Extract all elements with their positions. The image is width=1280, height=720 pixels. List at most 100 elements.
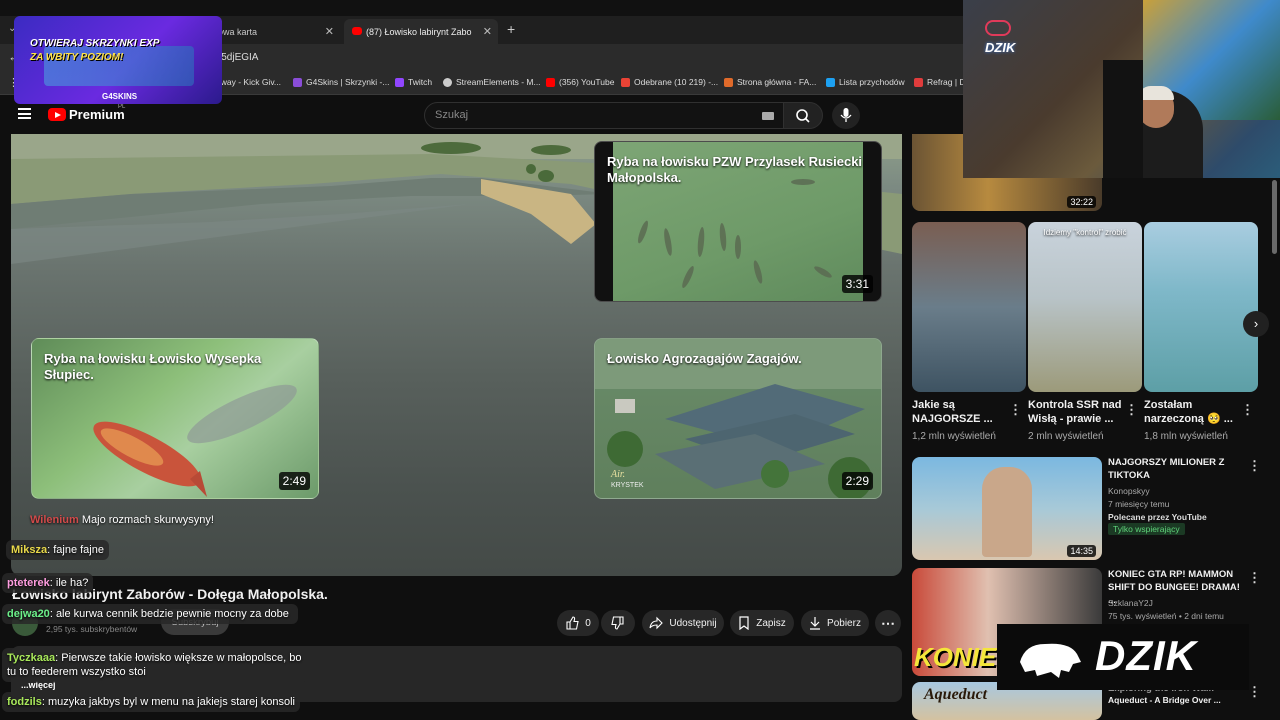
endcard-title: Ryba na łowisku Łowisko Wysepka Słupiec. — [44, 351, 262, 382]
chat-message: Miksza: fajne fajne — [6, 540, 109, 560]
bookmark-label: Strona główna - FA... — [737, 77, 817, 87]
tab-label: (87) Łowisko labirynt Zaborów — [366, 26, 472, 37]
endcard-video[interactable]: Ryba na łowisku Łowisko Wysepka Słupiec.… — [31, 338, 319, 499]
video-duration: 14:35 — [1067, 545, 1096, 557]
badge-text: Tylko wspierający — [1113, 524, 1180, 534]
bookmark-label: Twitch — [408, 77, 433, 87]
chat-username: Tyczkaaa — [7, 652, 56, 664]
video-duration: 32:22 — [1067, 196, 1096, 208]
chat-text: ale kurwa cennik bedzie pewnie mocny za … — [55, 608, 289, 620]
more-vertical-icon[interactable]: ⋮ — [1241, 402, 1254, 418]
bookmark-item[interactable]: Lista przychodów — [826, 77, 905, 87]
g4skins-favicon-icon — [293, 77, 302, 87]
share-icon — [649, 616, 664, 630]
short-overlay-text: Idziemy "kontrol" zrobić — [1043, 228, 1127, 237]
download-label: Pobierz — [827, 617, 861, 629]
youtube-logo-icon[interactable] — [48, 108, 66, 121]
short-title[interactable]: Jakie są NAJGORSZE ... — [912, 398, 1012, 426]
short-title[interactable]: Zostałam narzeczoną 🥺 ... — [1144, 398, 1244, 426]
video-title[interactable]: NAJGORSZY MILIONER Z TIKTOKA — [1108, 456, 1242, 482]
short-thumbnail[interactable] — [912, 222, 1026, 392]
search-button[interactable] — [783, 102, 823, 129]
chat-username: Wilenium — [30, 514, 79, 526]
chevron-right-icon: › — [1253, 316, 1259, 331]
endcard-video[interactable]: Łowisko Agrozagajów Zagajów. Air. KRYSTE… — [594, 338, 882, 499]
subscriber-count: 2,95 tys. subskrybentów — [46, 624, 138, 634]
short-thumbnail[interactable]: Idziemy "kontrol" zrobić — [1028, 222, 1142, 392]
search-placeholder: Szukaj — [435, 109, 469, 121]
voice-search-button[interactable] — [832, 102, 860, 129]
thumbs-up-icon — [566, 616, 579, 630]
chat-text: Majo rozmach skurwysyny! — [81, 514, 214, 526]
bookmark-item[interactable]: Refrag | D — [914, 77, 966, 87]
new-tab-button[interactable]: + — [507, 21, 515, 37]
more-vertical-icon[interactable]: ⋮ — [1248, 458, 1261, 474]
search-input[interactable]: Szukaj — [424, 102, 784, 129]
keyboard-icon[interactable] — [762, 112, 774, 120]
chat-username: dejwa20 — [7, 608, 50, 620]
video-meta: 75 tys. wyświetleń • 2 dni temu — [1108, 611, 1224, 621]
more-actions-button[interactable]: ⋯ — [875, 610, 901, 636]
download-button[interactable]: Pobierz — [801, 610, 869, 636]
gaming-chair — [1103, 60, 1143, 178]
channel-name[interactable]: SzklanaY2J — [1108, 598, 1153, 608]
watermark-credit: KRYSTEK — [611, 482, 644, 489]
bookmark-item[interactable]: Twitch — [395, 77, 432, 87]
bookmark-label: StreamElements - M... — [456, 77, 541, 87]
more-vertical-icon[interactable]: ⋮ — [1009, 402, 1022, 418]
streamer-webcam: DZIK — [963, 0, 1280, 178]
brand-country: PL — [118, 104, 126, 110]
save-label: Zapisz — [756, 617, 786, 629]
sidebar-scrollbar[interactable] — [1272, 180, 1277, 254]
hamburger-menu-icon[interactable] — [18, 108, 31, 119]
short-title[interactable]: Kontrola SSR nad Wisłą - prawie ... — [1028, 398, 1128, 426]
bookmark-label: Refrag | D — [927, 77, 966, 87]
share-label: Udostępnij — [669, 617, 717, 629]
streamelements-favicon-icon — [443, 77, 452, 87]
bookmark-item[interactable]: Strona główna - FA... — [724, 77, 816, 87]
bookmark-item[interactable]: (356) YouTube — [546, 77, 614, 87]
more-vertical-icon[interactable]: ⋮ — [1248, 570, 1261, 586]
bookmark-item[interactable]: away - Kick Giv... — [216, 77, 281, 87]
chat-text: muzyka jakbys byl w menu na jakiejs star… — [47, 696, 295, 708]
refrag-favicon-icon — [914, 77, 923, 87]
neon-boar-icon — [985, 20, 1011, 36]
members-only-badge: Tylko wspierający — [1108, 523, 1185, 535]
endcard-video[interactable]: Ryba na łowisku PZW Przylasek Rusiecki M… — [594, 141, 882, 302]
bookmark-label: (356) YouTube — [559, 77, 615, 87]
more-horizontal-icon: ⋯ — [881, 614, 895, 631]
bookmark-item[interactable]: StreamElements - M... — [443, 77, 541, 87]
chat-username: fodzils — [7, 696, 42, 708]
save-button[interactable]: Zapisz — [730, 610, 794, 636]
bookmark-item[interactable]: Odebrane (10 219) -... — [621, 77, 718, 87]
shorts-next-button[interactable]: › — [1243, 311, 1269, 337]
close-icon[interactable]: ✕ — [483, 25, 492, 38]
short-thumbnail[interactable] — [1144, 222, 1258, 392]
like-button[interactable]: 0 — [557, 610, 599, 636]
thumbnail-caption: Aqueduct — [924, 686, 988, 703]
promo-headline-2: ZA WBITY POZIOM! — [30, 52, 124, 63]
youtube-favicon-icon — [546, 77, 555, 87]
more-vertical-icon[interactable]: ⋮ — [1248, 684, 1261, 700]
chat-message: pteterek: ile ha? — [2, 573, 94, 593]
like-count: 0 — [585, 617, 591, 629]
channel-name[interactable]: Konopskyy — [1108, 486, 1150, 496]
bookmark-item[interactable]: G4Skins | Skrzynki -... — [293, 77, 389, 87]
video-player[interactable]: Ryba na łowisku PZW Przylasek Rusiecki M… — [11, 134, 902, 576]
chat-message: Wilenium Majo rozmach skurwysyny! — [6, 513, 214, 527]
more-vertical-icon[interactable]: ⋮ — [1125, 402, 1138, 418]
brand-label[interactable]: Premium — [69, 107, 125, 122]
bookmark-label: Lista przychodów — [839, 77, 905, 87]
dislike-button[interactable] — [601, 610, 635, 636]
close-icon[interactable]: ✕ — [325, 25, 334, 38]
endcard-duration: 3:31 — [841, 275, 873, 293]
person-figure — [982, 467, 1032, 557]
download-icon — [810, 617, 821, 630]
channel-name[interactable]: Aqueduct - A Bridge Over ... — [1108, 695, 1221, 705]
video-thumbnail[interactable]: 14:35 — [912, 457, 1102, 560]
video-meta: 7 miesięcy temu — [1108, 499, 1170, 509]
tab-active-video[interactable]: (87) Łowisko labirynt Zaborów ✕ — [344, 19, 498, 44]
share-button[interactable]: Udostępnij — [642, 610, 724, 636]
chat-message: fodzils: muzyka jakbys byl w menu na jak… — [2, 692, 300, 712]
dzik-logo-overlay: DZIK — [997, 624, 1249, 690]
